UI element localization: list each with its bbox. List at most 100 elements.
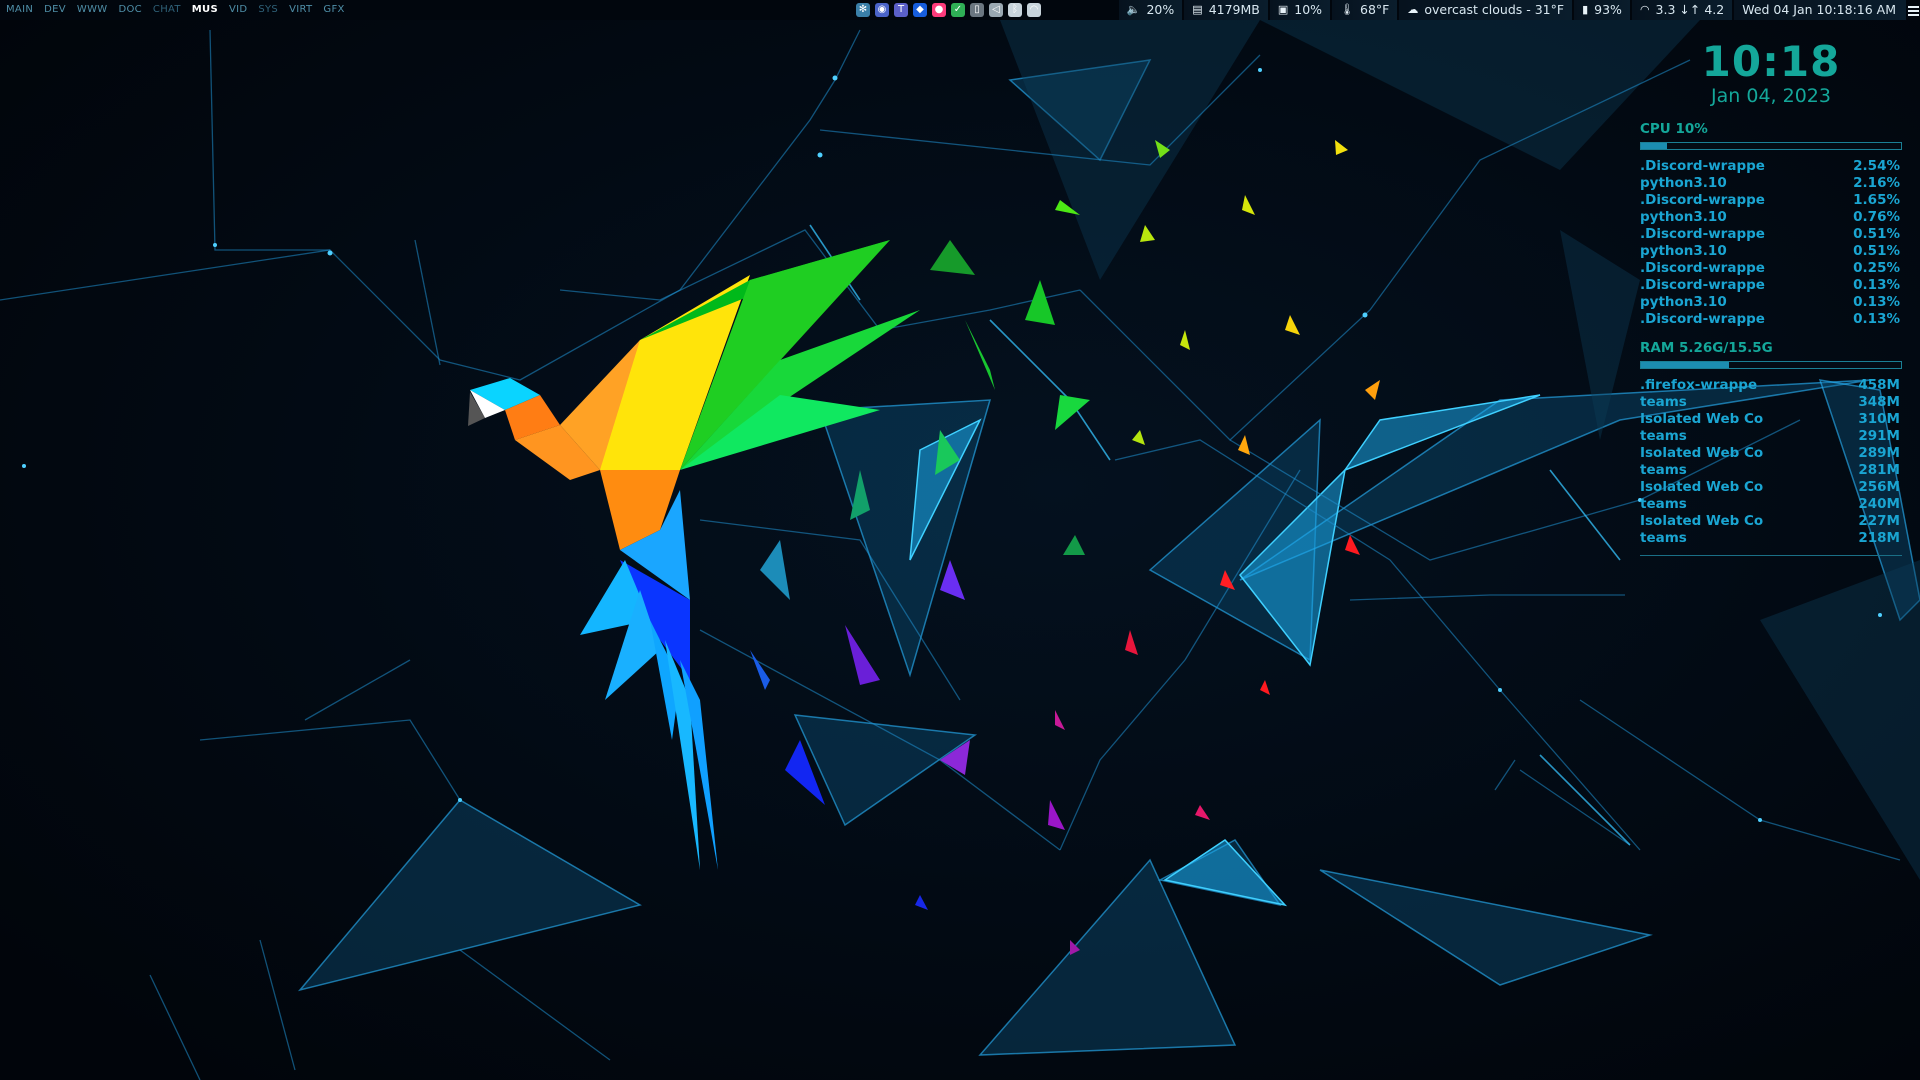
cpu-section-title: CPU 10% [1640, 121, 1708, 137]
volume-module[interactable]: 🔈 20% [1118, 0, 1183, 20]
process-usage: 0.13% [1853, 294, 1900, 310]
battery-value: 93% [1594, 2, 1622, 17]
process-usage: 2.16% [1853, 175, 1900, 191]
workspace-mus[interactable]: MUS [192, 0, 218, 20]
process-row: Isolated Web Co 310M [1640, 411, 1902, 428]
workspace-virt[interactable]: VIRT [289, 0, 312, 20]
process-name: .firefox-wrappe [1640, 377, 1758, 393]
process-row: teams 291M [1640, 428, 1902, 445]
process-usage: 256M [1858, 479, 1900, 495]
process-name: teams [1640, 394, 1687, 410]
cpu-value: 10% [1294, 2, 1323, 17]
battery-module[interactable]: ▮ 93% [1574, 0, 1630, 20]
system-tray: ✻ ◉ T ◆ ● ✓ ▯ ◁ ᛒ ◠ [856, 2, 1046, 18]
process-row: teams 240M [1640, 496, 1902, 513]
process-row: .Discord-wrappe 0.51% [1640, 226, 1902, 243]
process-name: Isolated Web Co [1640, 411, 1764, 427]
weather-value: overcast clouds - 31°F [1424, 2, 1565, 17]
wifi-icon: ◠ [1639, 3, 1650, 16]
process-usage: 291M [1858, 428, 1900, 444]
cpu-process-list: .Discord-wrappe 2.54% python3.10 2.16% .Disc… [1640, 158, 1902, 328]
clock-module[interactable]: Wed 04 Jan 10:18:16 AM [1734, 0, 1906, 20]
process-usage: 227M [1858, 513, 1900, 529]
weather-module[interactable]: ☁ overcast clouds - 31°F [1399, 0, 1573, 20]
teams-icon[interactable]: T [894, 3, 908, 17]
ram-usage-fill [1641, 362, 1730, 368]
process-usage: 0.25% [1853, 260, 1900, 276]
process-usage: 1.65% [1853, 192, 1900, 208]
bluetooth-icon[interactable]: ᛒ [1008, 3, 1022, 17]
cpu-usage-fill [1641, 143, 1667, 149]
workspace-switcher: MAIN DEV WWW DOC CHAT MUS VID SYS VIRT GFX [6, 0, 356, 20]
process-row: .Discord-wrappe 0.13% [1640, 277, 1902, 294]
conky-clock: 10:18 [1701, 37, 1841, 86]
ram-usage-bar [1640, 361, 1902, 369]
process-usage: 348M [1858, 394, 1900, 410]
workspace-chat[interactable]: CHAT [153, 0, 181, 20]
workspace-sys[interactable]: SYS [258, 0, 278, 20]
process-usage: 240M [1858, 496, 1900, 512]
process-row: .Discord-wrappe 0.13% [1640, 311, 1902, 328]
memory-module[interactable]: ▤ 4179MB [1184, 0, 1268, 20]
process-usage: 0.13% [1853, 311, 1900, 327]
workspace-doc[interactable]: DOC [118, 0, 141, 20]
process-name: python3.10 [1640, 294, 1727, 310]
process-name: Isolated Web Co [1640, 513, 1764, 529]
volume-value: 20% [1146, 2, 1175, 17]
cpu-module[interactable]: ▣ 10% [1269, 0, 1331, 20]
process-name: teams [1640, 462, 1687, 478]
wifi-icon[interactable]: ◠ [1027, 3, 1041, 17]
process-usage: 281M [1858, 462, 1900, 478]
process-name: .Discord-wrappe [1640, 260, 1765, 276]
workspace-main[interactable]: MAIN [6, 0, 33, 20]
process-name: .Discord-wrappe [1640, 158, 1765, 174]
process-row: Isolated Web Co 256M [1640, 479, 1902, 496]
cpu-chip-icon: ▣ [1277, 3, 1289, 16]
process-name: .Discord-wrappe [1640, 277, 1765, 293]
process-usage: 289M [1858, 445, 1900, 461]
process-row: Isolated Web Co 227M [1640, 513, 1902, 530]
process-usage: 0.76% [1853, 209, 1900, 225]
bitwarden-icon[interactable]: ◆ [913, 3, 927, 17]
network-value: 3.3 ↓↑ 4.2 [1655, 2, 1725, 17]
firefox-icon[interactable]: ● [932, 3, 946, 17]
process-name: Isolated Web Co [1640, 479, 1764, 495]
workspace-vid[interactable]: VID [229, 0, 247, 20]
process-name: .Discord-wrappe [1640, 226, 1765, 242]
process-row: python3.10 2.16% [1640, 175, 1902, 192]
process-name: teams [1640, 428, 1687, 444]
process-usage: 218M [1858, 530, 1900, 546]
ram-section-title: RAM 5.26G/15.5G [1640, 340, 1773, 356]
process-usage: 0.13% [1853, 277, 1900, 293]
workspace-dev[interactable]: DEV [44, 0, 66, 20]
weather-icon: ☁ [1407, 3, 1419, 16]
process-name: Isolated Web Co [1640, 445, 1764, 461]
process-usage: 310M [1858, 411, 1900, 427]
thermometer-icon: 🌡 [1340, 3, 1355, 16]
battery-icon: ▮ [1582, 3, 1589, 16]
network-module[interactable]: ◠ 3.3 ↓↑ 4.2 [1631, 0, 1733, 20]
memory-value: 4179MB [1208, 2, 1260, 17]
process-row: teams 218M [1640, 530, 1902, 547]
speaker-icon[interactable]: ◁ [989, 3, 1003, 17]
process-row: teams 281M [1640, 462, 1902, 479]
workspace-gfx[interactable]: GFX [323, 0, 344, 20]
process-row: .Discord-wrappe 0.25% [1640, 260, 1902, 277]
slack-icon[interactable]: ✻ [856, 3, 870, 17]
desktop-wallpaper [0, 0, 1920, 1080]
workspace-www[interactable]: WWW [77, 0, 108, 20]
temperature-module[interactable]: 🌡 68°F [1332, 0, 1398, 20]
discord-icon[interactable]: ◉ [875, 3, 889, 17]
process-row: python3.10 0.13% [1640, 294, 1902, 311]
checkmark-icon[interactable]: ✓ [951, 3, 965, 17]
process-usage: 0.51% [1853, 226, 1900, 242]
process-row: Isolated Web Co 289M [1640, 445, 1902, 462]
conky-system-monitor: 10:18 Jan 04, 2023 CPU 10% .Discord-wrap… [1640, 38, 1902, 556]
clipboard-icon[interactable]: ▯ [970, 3, 984, 17]
process-name: .Discord-wrappe [1640, 192, 1765, 208]
process-name: teams [1640, 530, 1687, 546]
menu-icon[interactable] [1906, 0, 1920, 20]
status-modules: 🔈 20% ▤ 4179MB ▣ 10% 🌡 68°F ☁ overcast c… [1117, 0, 1920, 20]
datetime-value: Wed 04 Jan 10:18:16 AM [1742, 2, 1896, 17]
process-name: python3.10 [1640, 243, 1727, 259]
